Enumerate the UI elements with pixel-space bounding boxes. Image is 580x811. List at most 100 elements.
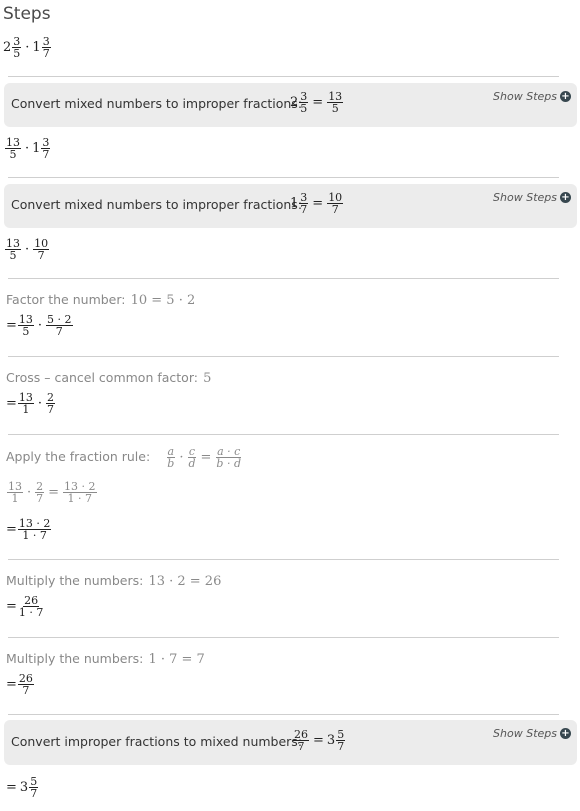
fraction: 57 — [29, 776, 39, 799]
divider — [8, 559, 559, 560]
denominator: b — [167, 457, 175, 470]
denominator: 1 — [22, 403, 30, 416]
fraction: 10 7 — [327, 192, 344, 216]
show-steps-label: Show Steps — [493, 191, 557, 204]
denominator: 7 — [37, 249, 45, 262]
show-steps-button[interactable]: Show Steps + — [493, 191, 571, 204]
equals-sign: = — [6, 522, 17, 537]
denominator: b · d — [216, 457, 241, 470]
show-steps-button[interactable]: Show Steps + — [493, 727, 571, 740]
denominator: 5 — [13, 47, 21, 60]
denominator: 7 — [331, 203, 339, 216]
equals-sign: = — [6, 396, 17, 411]
denominator: 5 — [22, 325, 30, 338]
step-multiply-denominator: Multiply the numbers: 1 · 7 = 7 — [6, 648, 205, 667]
dot-operator: · — [37, 396, 43, 411]
fraction: 13 · 21 · 7 — [63, 481, 97, 504]
fraction-rule-expression: a b · c d = a · cb · d — [165, 446, 243, 469]
whole-number: 1 — [32, 141, 41, 156]
fraction: ab — [166, 446, 176, 470]
denominator: 7 — [337, 740, 345, 753]
step-expression: 1 · 7 = 7 — [148, 652, 205, 667]
result-expression: = 13 5 · 5 · 27 — [6, 314, 74, 337]
divider — [8, 177, 559, 178]
step-box-convert-mixed-2: Convert mixed numbers to improper fracti… — [4, 184, 577, 228]
result-expression: 13 5 · 1 3 7 — [4, 137, 51, 160]
whole-number: 3 — [19, 780, 29, 795]
equals-sign: = — [6, 599, 17, 614]
whole-number: 1 — [32, 40, 41, 55]
whole-number: 1 — [290, 196, 299, 211]
denominator: 7 — [42, 47, 50, 60]
equals-sign: = — [6, 780, 17, 795]
fraction: 5 · 27 — [46, 314, 73, 337]
divider — [8, 434, 559, 435]
step-label: Multiply the numbers: — [6, 651, 144, 666]
fraction: 13 5 — [327, 91, 344, 114]
step-label: Apply the fraction rule: — [6, 449, 151, 464]
fraction: a · cb · d — [215, 446, 242, 469]
denominator: 5 — [9, 148, 17, 161]
denominator: 7 — [55, 325, 63, 338]
denominator: 1 · 7 — [67, 492, 93, 505]
equals-sign: = — [6, 318, 17, 333]
step-expression: 1 3 7 = 10 7 — [290, 192, 344, 215]
equals-sign: = — [48, 485, 60, 500]
fraction: 13 1 — [17, 392, 34, 416]
fraction: 10 7 — [33, 238, 50, 262]
result-expression: = 26 7 — [6, 673, 35, 696]
fraction: 13 5 — [5, 238, 21, 261]
step-fraction-rule: Apply the fraction rule: a b · c d = a · cb · … — [6, 446, 243, 469]
fraction: 37 — [41, 137, 51, 160]
step-multiply-numerator: Multiply the numbers: 13 · 2 = 26 — [6, 570, 221, 589]
plus-circle-icon: + — [560, 727, 571, 739]
step-label: Cross – cancel common factor: — [6, 370, 198, 385]
whole-number: 2 — [3, 40, 12, 55]
fraction: 35 — [299, 91, 309, 115]
denominator: 5 — [9, 249, 17, 262]
divider — [8, 278, 559, 279]
whole-number: 2 — [290, 95, 299, 110]
show-steps-label: Show Steps — [493, 90, 557, 103]
result-expression: 13 5 · 10 7 — [4, 238, 50, 261]
denominator: 5 — [300, 102, 308, 115]
fraction: cd — [187, 446, 197, 469]
divider — [8, 714, 559, 715]
denominator: 7 — [297, 740, 305, 753]
divider — [8, 76, 559, 77]
divider — [8, 356, 559, 357]
fraction: 37 — [41, 36, 51, 60]
result-expression: = 13 1 · 2 7 — [6, 392, 56, 415]
fraction: 26 1 · 7 — [18, 595, 45, 618]
step-label: Convert mixed numbers to improper fracti… — [11, 96, 303, 111]
denominator: 7 — [47, 403, 55, 416]
whole-number: 3 — [326, 733, 336, 748]
fraction: 27 — [35, 481, 45, 505]
dot-operator: · — [27, 485, 32, 500]
equals-sign: = — [6, 677, 17, 692]
divider — [8, 637, 559, 638]
fraction: 13 5 — [5, 137, 21, 160]
step-box-convert-mixed-1: Convert mixed numbers to improper fracti… — [4, 83, 577, 127]
step-expression: 2 3 5 = 13 5 — [290, 91, 344, 114]
fraction-rule-applied: 13 1 · 2 7 = 13 · 21 · 7 — [6, 481, 98, 504]
step-expression: 10 = 5 · 2 — [130, 293, 196, 308]
show-steps-button[interactable]: Show Steps + — [493, 90, 571, 103]
denominator: 7 — [22, 684, 30, 697]
equals-sign: = — [312, 95, 324, 110]
dot-operator: · — [25, 242, 30, 257]
denominator: 1 · 7 — [18, 606, 44, 619]
dot-operator: · — [37, 318, 43, 333]
step-expression: 26 7 = 3 5 7 — [292, 729, 346, 752]
plus-circle-icon: + — [560, 191, 571, 203]
denominator: 7 — [36, 492, 44, 505]
step-cross-cancel: Cross – cancel common factor: 5 — [6, 367, 211, 386]
denominator: 1 — [11, 492, 19, 505]
result-expression: = 26 1 · 7 — [6, 595, 45, 618]
fraction: 13 1 — [7, 481, 23, 504]
equals-sign: = — [312, 196, 324, 211]
show-steps-label: Show Steps — [493, 727, 557, 740]
steps-title: Steps — [3, 4, 51, 24]
step-label: Factor the number: — [6, 292, 126, 307]
fraction: 57 — [336, 729, 346, 753]
